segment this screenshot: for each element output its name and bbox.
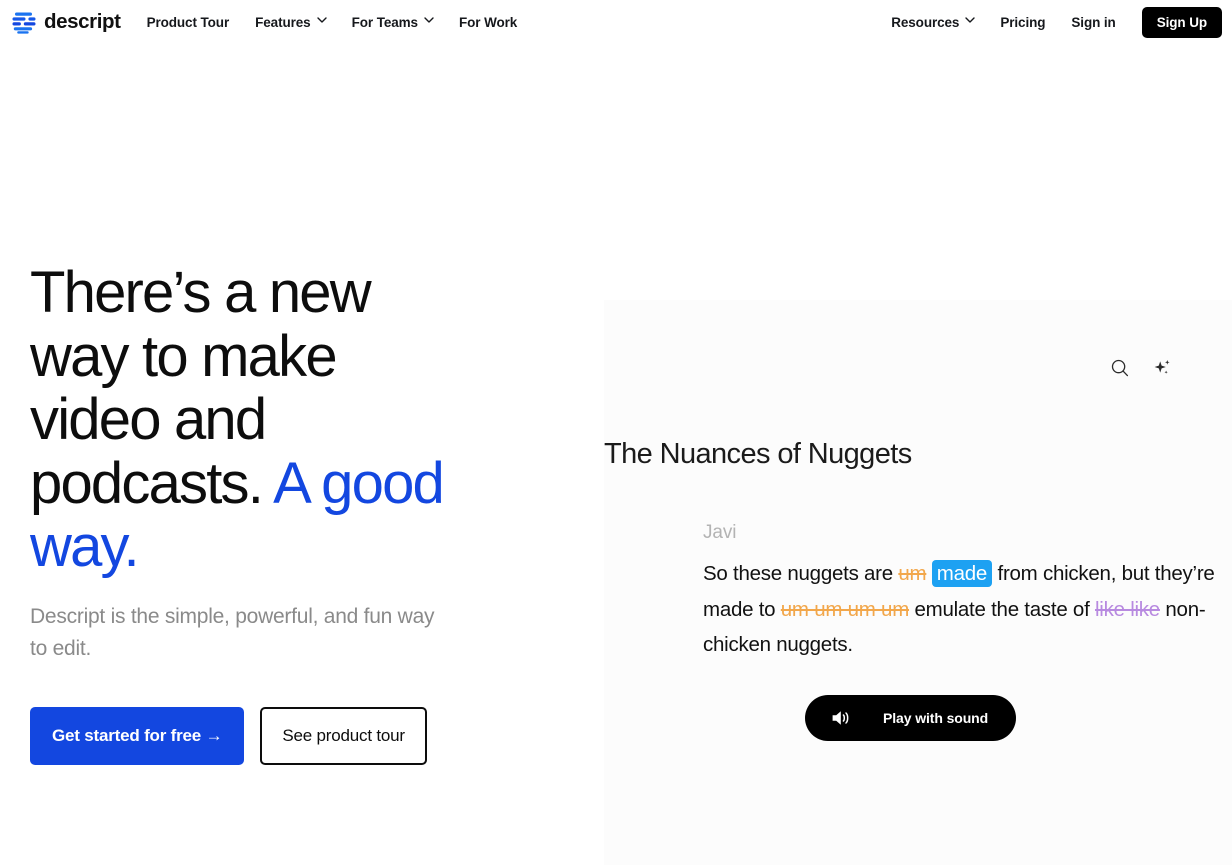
transcript-filler-word: um <box>898 562 927 585</box>
hero-copy-block: There’s a new way to make video and podc… <box>30 261 530 765</box>
speaker-sound-icon <box>831 709 851 727</box>
transcript-speaker-label: Javi <box>703 522 737 543</box>
page-title: There’s a new way to make video and podc… <box>30 261 450 579</box>
top-navigation-bar: descript Product Tour Features For Teams… <box>0 0 1232 45</box>
sign-up-button[interactable]: Sign Up <box>1141 7 1222 38</box>
play-button-label: Play with sound <box>883 710 989 726</box>
hero-subheadline: Descript is the simple, powerful, and fu… <box>30 604 435 660</box>
chevron-down-icon <box>965 17 976 26</box>
transcript-segment <box>926 562 931 585</box>
descript-logo-icon <box>12 12 36 34</box>
brand-name-text: descript <box>44 10 121 34</box>
chevron-down-icon <box>316 17 327 26</box>
chevron-down-icon <box>424 17 434 26</box>
play-with-sound-button[interactable]: Play with sound <box>805 695 1017 741</box>
document-title: The Nuances of Nuggets <box>604 438 912 470</box>
transcript-segment: So these nuggets are <box>703 562 899 585</box>
transcript-segment: emulate the taste of <box>909 597 1095 621</box>
nav-link-resources[interactable]: Resources <box>891 15 976 30</box>
nav-link-label: Resources <box>891 15 960 30</box>
nav-link-features[interactable]: Features <box>255 15 327 30</box>
transcript-highlighted-word: made <box>931 560 993 587</box>
nav-link-sign-in[interactable]: Sign in <box>1071 15 1115 30</box>
transcript-text[interactable]: So these nuggets are um made from chicke… <box>703 556 1232 663</box>
brand-logo-link[interactable]: descript <box>12 12 121 34</box>
hero-section: There’s a new way to make video and podc… <box>0 45 1232 865</box>
get-started-button[interactable]: Get started for free → <box>30 706 245 765</box>
app-preview-panel: The Nuances of Nuggets Javi So these nug… <box>604 300 1232 865</box>
nav-link-label: Pricing <box>1000 15 1046 30</box>
nav-right-group: Resources Pricing Sign in Sign Up <box>891 7 1222 38</box>
nav-link-label: Sign in <box>1071 15 1116 30</box>
nav-left-group: descript Product Tour Features For Teams… <box>0 12 517 34</box>
transcript-crutch-word: like like <box>1094 597 1160 621</box>
see-product-tour-button[interactable]: See product tour <box>260 706 427 765</box>
nav-link-label: Product Tour <box>146 15 230 30</box>
primary-nav-links: Product Tour Features For Teams For Work <box>147 15 518 30</box>
search-icon[interactable] <box>1110 358 1130 378</box>
nav-link-for-teams[interactable]: For Teams <box>351 15 434 30</box>
transcript-block: Javi So these nuggets are um made from c… <box>703 522 1232 663</box>
nav-link-product-tour[interactable]: Product Tour <box>147 15 230 30</box>
nav-link-label: For Teams <box>351 15 418 30</box>
nav-link-label: Features <box>255 15 311 30</box>
nav-link-pricing[interactable]: Pricing <box>1000 15 1045 30</box>
nav-link-for-work[interactable]: For Work <box>459 15 517 30</box>
transcript-filler-word: um um um um <box>780 597 910 621</box>
panel-toolbar <box>1110 358 1172 378</box>
nav-link-label: For Work <box>458 15 518 30</box>
hero-cta-row: Get started for free → See product tour <box>30 706 530 765</box>
sparkle-ai-icon[interactable] <box>1152 358 1172 378</box>
